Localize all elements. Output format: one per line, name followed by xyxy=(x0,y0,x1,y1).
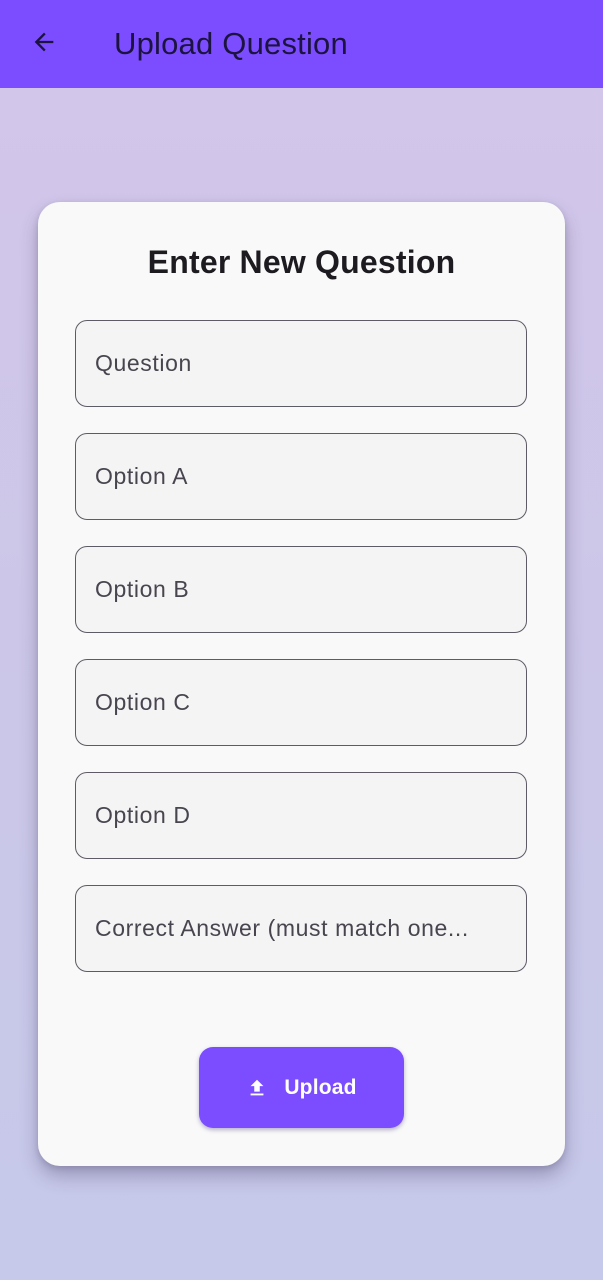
option-a-field[interactable]: Option A xyxy=(75,433,527,520)
arrow-back-icon xyxy=(30,28,58,61)
option-d-field-placeholder: Option D xyxy=(95,802,191,828)
option-a-field-placeholder: Option A xyxy=(95,463,189,489)
question-form-card: Enter New Question Question Option A Opt… xyxy=(38,202,565,1166)
question-field[interactable]: Question xyxy=(75,320,527,407)
app-bar: Upload Question xyxy=(0,0,603,88)
upload-button[interactable]: Upload xyxy=(199,1047,404,1128)
option-b-field-placeholder: Option B xyxy=(95,576,190,602)
form-heading: Enter New Question xyxy=(147,244,456,280)
option-d-field[interactable]: Option D xyxy=(75,772,527,859)
upload-icon xyxy=(246,1077,268,1099)
option-c-field[interactable]: Option C xyxy=(75,659,527,746)
correct-answer-field-placeholder: Correct Answer (must match one... xyxy=(95,915,469,941)
back-button[interactable] xyxy=(24,24,64,64)
correct-answer-field[interactable]: Correct Answer (must match one... xyxy=(75,885,527,972)
option-c-field-placeholder: Option C xyxy=(95,689,191,715)
upload-button-label: Upload xyxy=(284,1075,357,1099)
question-field-placeholder: Question xyxy=(95,350,192,376)
page-title: Upload Question xyxy=(114,26,348,61)
option-b-field[interactable]: Option B xyxy=(75,546,527,633)
